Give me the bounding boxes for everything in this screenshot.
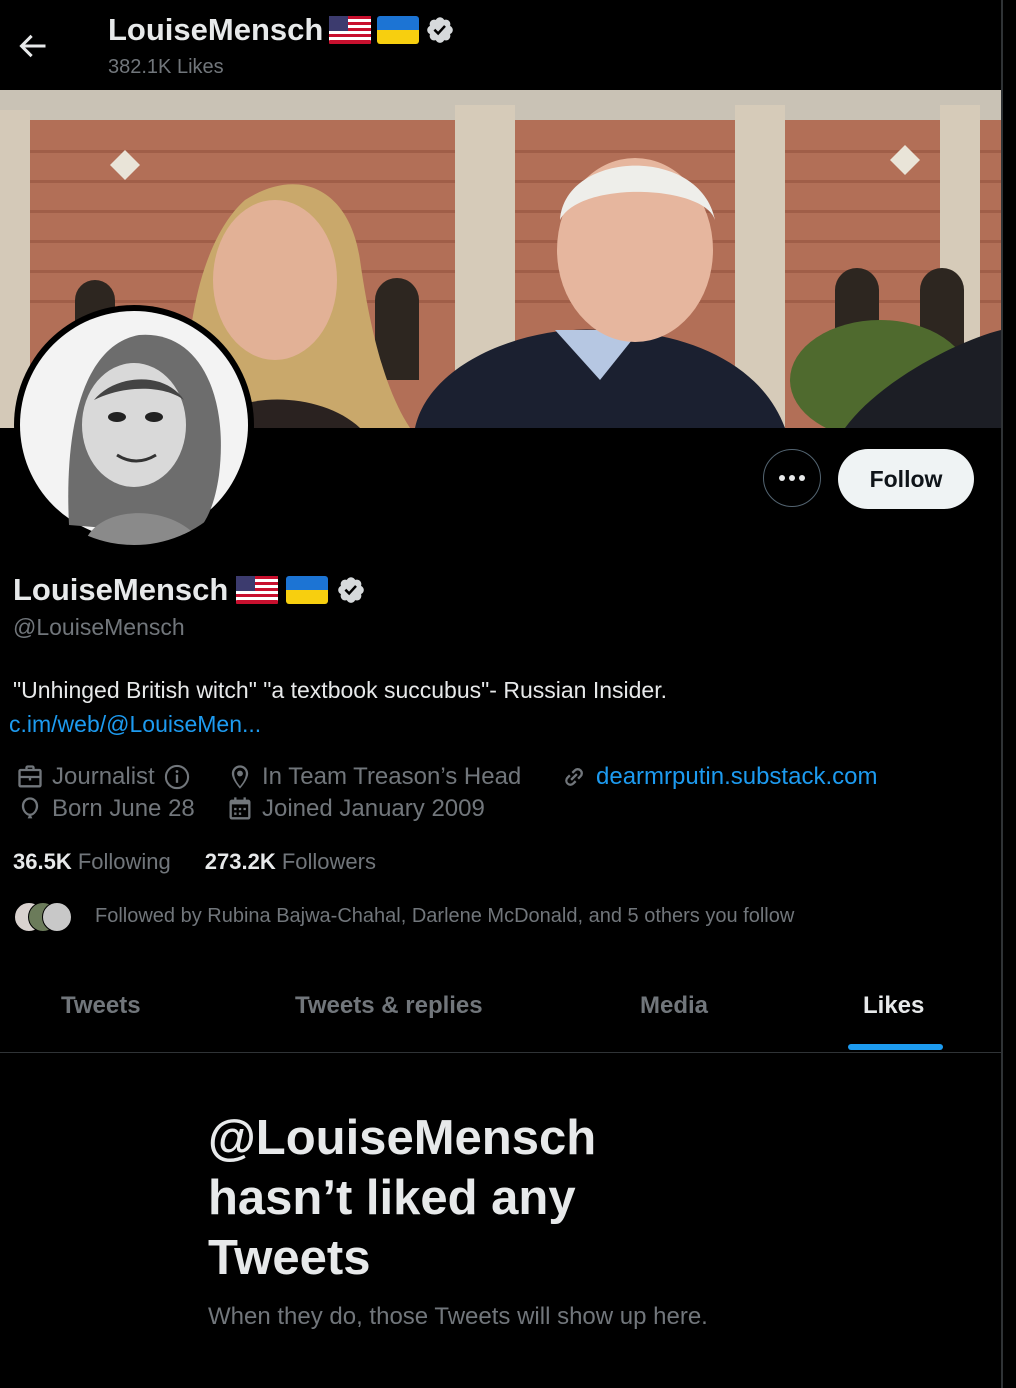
followers-count: 273.2K bbox=[204, 849, 276, 874]
profession-label: Journalist bbox=[52, 763, 155, 790]
briefcase-icon bbox=[18, 765, 42, 788]
tab-likes[interactable]: Likes bbox=[863, 992, 924, 1020]
us-flag-icon bbox=[329, 16, 372, 44]
followers-stat[interactable]: 273.2K Followers bbox=[205, 849, 376, 875]
calendar-icon bbox=[229, 797, 251, 820]
verified-badge-icon bbox=[338, 577, 365, 603]
bio-link[interactable]: c.im/web/@LouiseMen... bbox=[9, 711, 261, 738]
ukraine-flag-icon bbox=[377, 16, 420, 44]
website-item[interactable]: dearmrputin.substack.com bbox=[560, 763, 877, 791]
tab-media[interactable]: Media bbox=[640, 992, 708, 1020]
profile-handle: @LouiseMensch bbox=[13, 614, 185, 640]
following-label: Following bbox=[77, 849, 171, 874]
follow-stats: 36.5K Following 273.2K Followers bbox=[13, 849, 376, 875]
joined-label: Joined January 2009 bbox=[262, 795, 485, 822]
tab-tweets-replies[interactable]: Tweets & replies bbox=[295, 992, 483, 1020]
more-icon bbox=[779, 475, 805, 481]
back-button[interactable] bbox=[14, 28, 50, 64]
link-icon bbox=[565, 768, 583, 786]
profile-avatar[interactable] bbox=[14, 305, 254, 545]
profile-name-row: LouiseMensch bbox=[13, 572, 366, 608]
back-arrow-icon bbox=[19, 34, 46, 58]
column-border bbox=[1001, 0, 1003, 1388]
following-stat[interactable]: 36.5K Following bbox=[13, 849, 171, 875]
active-tab-indicator bbox=[848, 1044, 943, 1050]
birthday-item: Born June 28 bbox=[16, 795, 195, 823]
header-name-row: LouiseMensch bbox=[108, 12, 455, 48]
location-label: In Team Treason’s Head bbox=[262, 763, 522, 790]
followers-label: Followers bbox=[281, 849, 376, 874]
following-count: 36.5K bbox=[13, 849, 72, 874]
header-display-name: LouiseMensch bbox=[108, 12, 324, 47]
info-icon[interactable] bbox=[163, 763, 191, 791]
profile-tabs: Tweets Tweets & replies Media Likes bbox=[0, 970, 1001, 1053]
more-button[interactable] bbox=[763, 449, 821, 507]
location-icon bbox=[231, 765, 249, 789]
followed-by-text: Followed by Rubina Bajwa-Chahal, Darlene… bbox=[95, 904, 795, 927]
balloon-icon bbox=[21, 797, 39, 819]
followed-by-row[interactable]: Followed by Rubina Bajwa-Chahal, Darlene… bbox=[14, 901, 795, 932]
avatar-image bbox=[20, 311, 248, 545]
joined-item: Joined January 2009 bbox=[226, 795, 485, 823]
tab-tweets[interactable]: Tweets bbox=[61, 992, 141, 1020]
follower-avatars bbox=[14, 901, 76, 932]
empty-state-subtitle: When they do, those Tweets will show up … bbox=[208, 1303, 708, 1330]
likes-count: 382.1K Likes bbox=[108, 56, 224, 78]
location-item: In Team Treason’s Head bbox=[226, 763, 521, 791]
profession-item: Journalist bbox=[16, 763, 191, 791]
us-flag-icon bbox=[236, 576, 279, 604]
avatar bbox=[42, 902, 72, 932]
verified-badge-icon bbox=[427, 17, 454, 43]
birthday-label: Born June 28 bbox=[52, 795, 195, 822]
profile-display-name: LouiseMensch bbox=[13, 572, 229, 607]
profile-bio: "Unhinged British witch" "a textbook suc… bbox=[13, 677, 667, 703]
profile-header: LouiseMensch 382.1K Likes bbox=[0, 0, 1001, 90]
empty-state-title: @LouiseMensch hasn’t liked any Tweets bbox=[208, 1111, 597, 1285]
follow-button[interactable]: Follow bbox=[838, 449, 974, 509]
ukraine-flag-icon bbox=[286, 576, 329, 604]
website-link[interactable]: dearmrputin.substack.com bbox=[596, 763, 877, 791]
